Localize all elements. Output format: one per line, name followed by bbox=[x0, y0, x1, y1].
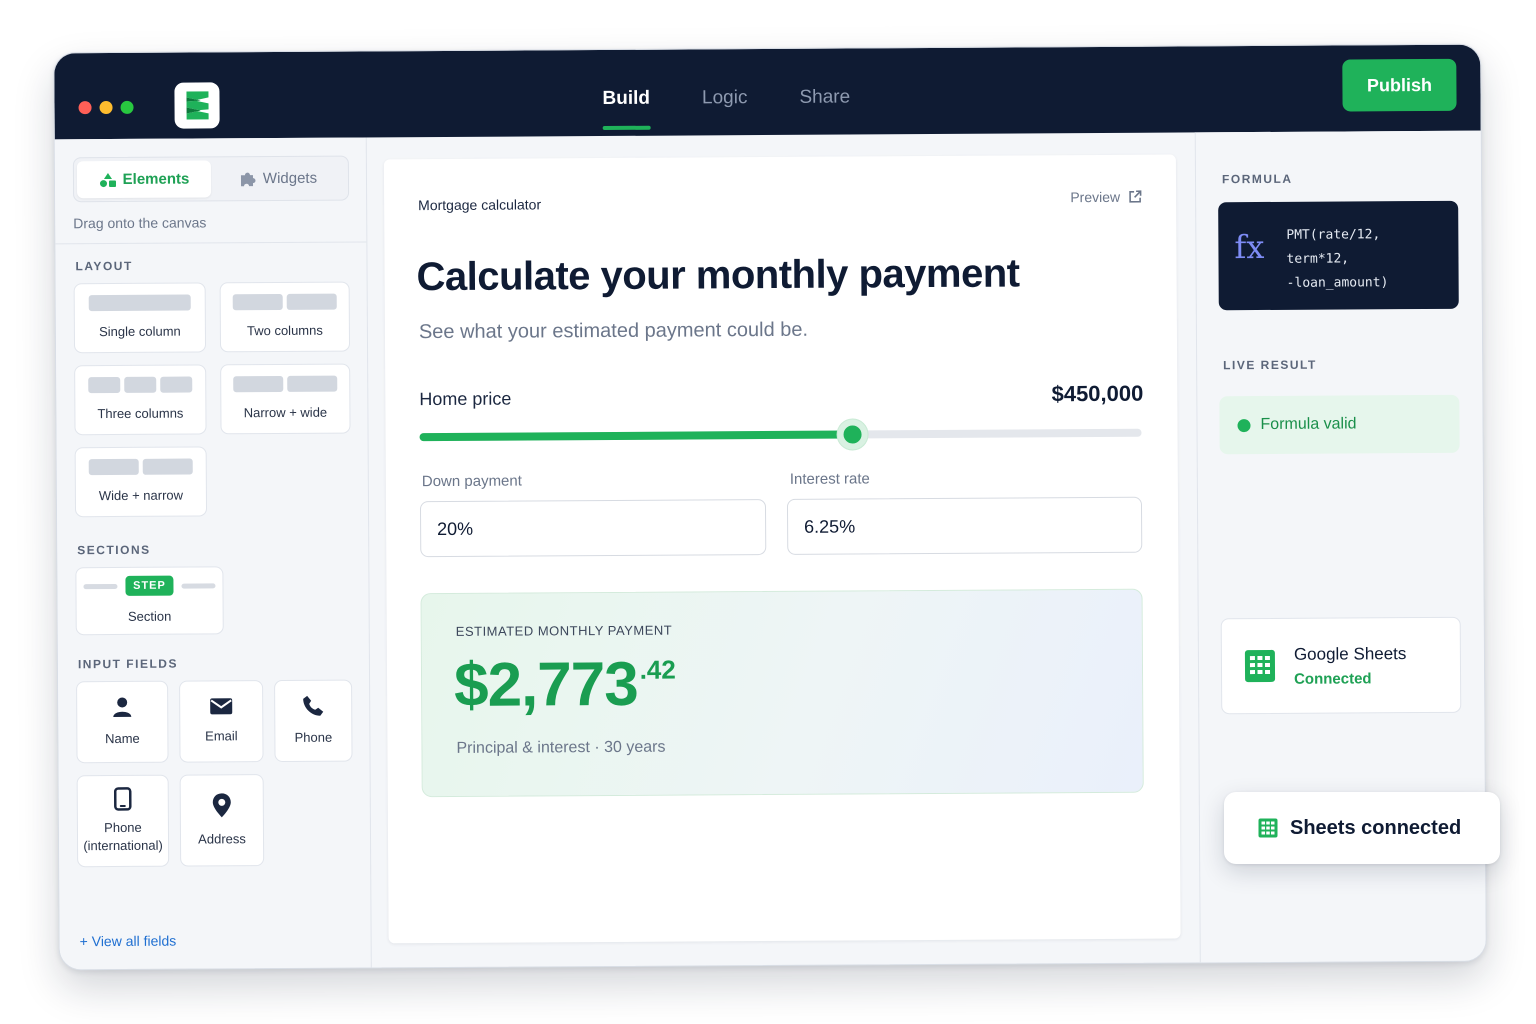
app-logo[interactable] bbox=[174, 82, 220, 129]
sheets-icon bbox=[1258, 818, 1278, 838]
layout-wide-narrow[interactable]: Wide + narrow bbox=[74, 446, 208, 518]
layout-label: Single column bbox=[99, 323, 181, 340]
window-controls bbox=[78, 100, 134, 115]
fx-icon: fx bbox=[1234, 227, 1265, 267]
step-preview: STEP bbox=[83, 575, 216, 596]
tab-widgets[interactable]: Widgets bbox=[211, 160, 345, 198]
preview-label: Preview bbox=[1070, 188, 1121, 206]
field-phone[interactable]: Phone bbox=[274, 679, 353, 763]
sections-section-title: SECTIONS bbox=[77, 542, 151, 558]
layout-section-title: LAYOUT bbox=[75, 258, 133, 274]
tab-share[interactable]: Share bbox=[799, 87, 850, 129]
form-headline: Calculate your monthly payment bbox=[416, 251, 1020, 300]
layout-placeholder bbox=[88, 458, 193, 476]
down-payment-input[interactable] bbox=[419, 499, 767, 558]
down-payment-label: Down payment bbox=[421, 472, 522, 491]
tab-widgets-label: Widgets bbox=[262, 169, 318, 188]
integration-name: Google Sheets bbox=[1293, 644, 1407, 664]
step-line bbox=[83, 583, 118, 589]
toast-message: Sheets connected bbox=[1290, 816, 1462, 839]
puzzle-icon bbox=[240, 172, 256, 186]
envelope-icon bbox=[210, 698, 233, 715]
layout-label: Three columns bbox=[97, 405, 184, 422]
layout-label: Narrow + wide bbox=[243, 404, 328, 421]
formula-code: PMT(rate/12, term*12, -loan_amount) bbox=[1286, 227, 1389, 291]
layout-single-column[interactable]: Single column bbox=[73, 282, 207, 354]
shapes-icon bbox=[99, 172, 116, 187]
publish-button[interactable]: Publish bbox=[1342, 58, 1457, 112]
result-amount-main: $2,773 bbox=[453, 649, 638, 720]
user-icon bbox=[113, 697, 132, 718]
form-subheadline: See what your estimated payment could be… bbox=[418, 318, 809, 344]
status-dot bbox=[1237, 418, 1251, 432]
layout-placeholder bbox=[232, 293, 337, 311]
panel-tabs: Elements Widgets bbox=[72, 155, 350, 203]
home-price-slider[interactable] bbox=[419, 419, 1142, 450]
slider-fill bbox=[419, 430, 853, 442]
main-nav: Build Logic Share bbox=[602, 87, 850, 131]
layout-placeholder bbox=[233, 375, 338, 393]
top-bar: Build Logic Share Publish bbox=[54, 44, 1481, 140]
result-amount-cents: .42 bbox=[639, 654, 676, 685]
slider-thumb[interactable] bbox=[837, 419, 868, 450]
layout-placeholder bbox=[88, 294, 191, 312]
mobile-icon bbox=[113, 787, 132, 811]
map-pin-icon bbox=[212, 793, 231, 818]
layout-three-columns[interactable]: Three columns bbox=[74, 364, 207, 436]
field-label: Phone bbox=[294, 729, 333, 745]
layout-label: Two columns bbox=[246, 322, 323, 339]
minimize-dot[interactable] bbox=[99, 101, 113, 115]
field-address[interactable]: Address bbox=[179, 774, 265, 867]
field-label: Address bbox=[198, 831, 246, 847]
interest-rate-label: Interest rate bbox=[789, 470, 870, 488]
step-line bbox=[181, 582, 216, 589]
interest-rate-input[interactable] bbox=[786, 496, 1143, 555]
home-price-label: Home price bbox=[419, 388, 512, 410]
field-name[interactable]: Name bbox=[76, 680, 169, 764]
field-label: Email bbox=[205, 728, 238, 744]
estimated-payment-card: ESTIMATED MONTHLY PAYMENT $2,773 .42 Pri… bbox=[420, 588, 1144, 798]
external-link-icon bbox=[1129, 190, 1142, 203]
form-canvas: Mortgage calculator Preview Calculate yo… bbox=[383, 154, 1181, 944]
layout-label: Wide + narrow bbox=[98, 487, 184, 504]
result-subtitle: Principal & interest · 30 years bbox=[456, 738, 666, 757]
formula-editor[interactable]: fx PMT(rate/12, term*12, -loan_amount) bbox=[1218, 200, 1459, 311]
tab-logic[interactable]: Logic bbox=[702, 87, 748, 129]
google-sheets-integration[interactable]: Google Sheets Connected bbox=[1220, 616, 1462, 715]
integration-status: Connected bbox=[1294, 670, 1372, 688]
tab-elements[interactable]: Elements bbox=[76, 160, 212, 199]
preview-button[interactable]: Preview bbox=[1070, 189, 1142, 205]
field-label: Name bbox=[105, 730, 140, 747]
divider bbox=[55, 241, 367, 245]
section-element[interactable]: STEP Section bbox=[75, 566, 224, 636]
result-label: ESTIMATED MONTHLY PAYMENT bbox=[455, 622, 673, 639]
sheets-connected-toast: Sheets connected bbox=[1224, 792, 1500, 864]
live-result-title: LIVE RESULT bbox=[1223, 357, 1317, 373]
maximize-dot[interactable] bbox=[120, 100, 134, 114]
sheets-icon bbox=[1244, 649, 1276, 683]
step-badge: STEP bbox=[125, 575, 174, 596]
formula-status: Formula valid bbox=[1219, 394, 1460, 455]
layout-two-columns[interactable]: Two columns bbox=[219, 281, 351, 353]
drag-hint: Drag onto the canvas bbox=[73, 214, 207, 232]
input-fields-section-title: INPUT FIELDS bbox=[77, 656, 179, 672]
field-label: Phone (international) bbox=[83, 819, 163, 854]
tab-elements-label: Elements bbox=[122, 170, 190, 188]
logo-icon bbox=[185, 91, 209, 120]
field-email[interactable]: Email bbox=[179, 680, 264, 763]
layout-placeholder bbox=[88, 376, 193, 394]
tab-build[interactable]: Build bbox=[602, 88, 650, 130]
form-name: Mortgage calculator bbox=[418, 196, 542, 214]
phone-icon bbox=[303, 695, 324, 716]
elements-panel: Elements Widgets Drag onto the canvas LA… bbox=[54, 137, 372, 970]
section-label: Section bbox=[127, 608, 172, 624]
result-amount: $2,773 .42 bbox=[454, 649, 676, 721]
formula-title: FORMULA bbox=[1221, 171, 1293, 187]
layout-narrow-wide[interactable]: Narrow + wide bbox=[220, 363, 351, 435]
status-text: Formula valid bbox=[1260, 415, 1357, 434]
field-phone-international[interactable]: Phone (international) bbox=[76, 774, 170, 868]
close-dot[interactable] bbox=[78, 101, 92, 115]
view-all-fields-link[interactable]: + View all fields bbox=[80, 933, 177, 950]
home-price-value: $450,000 bbox=[1051, 380, 1144, 407]
